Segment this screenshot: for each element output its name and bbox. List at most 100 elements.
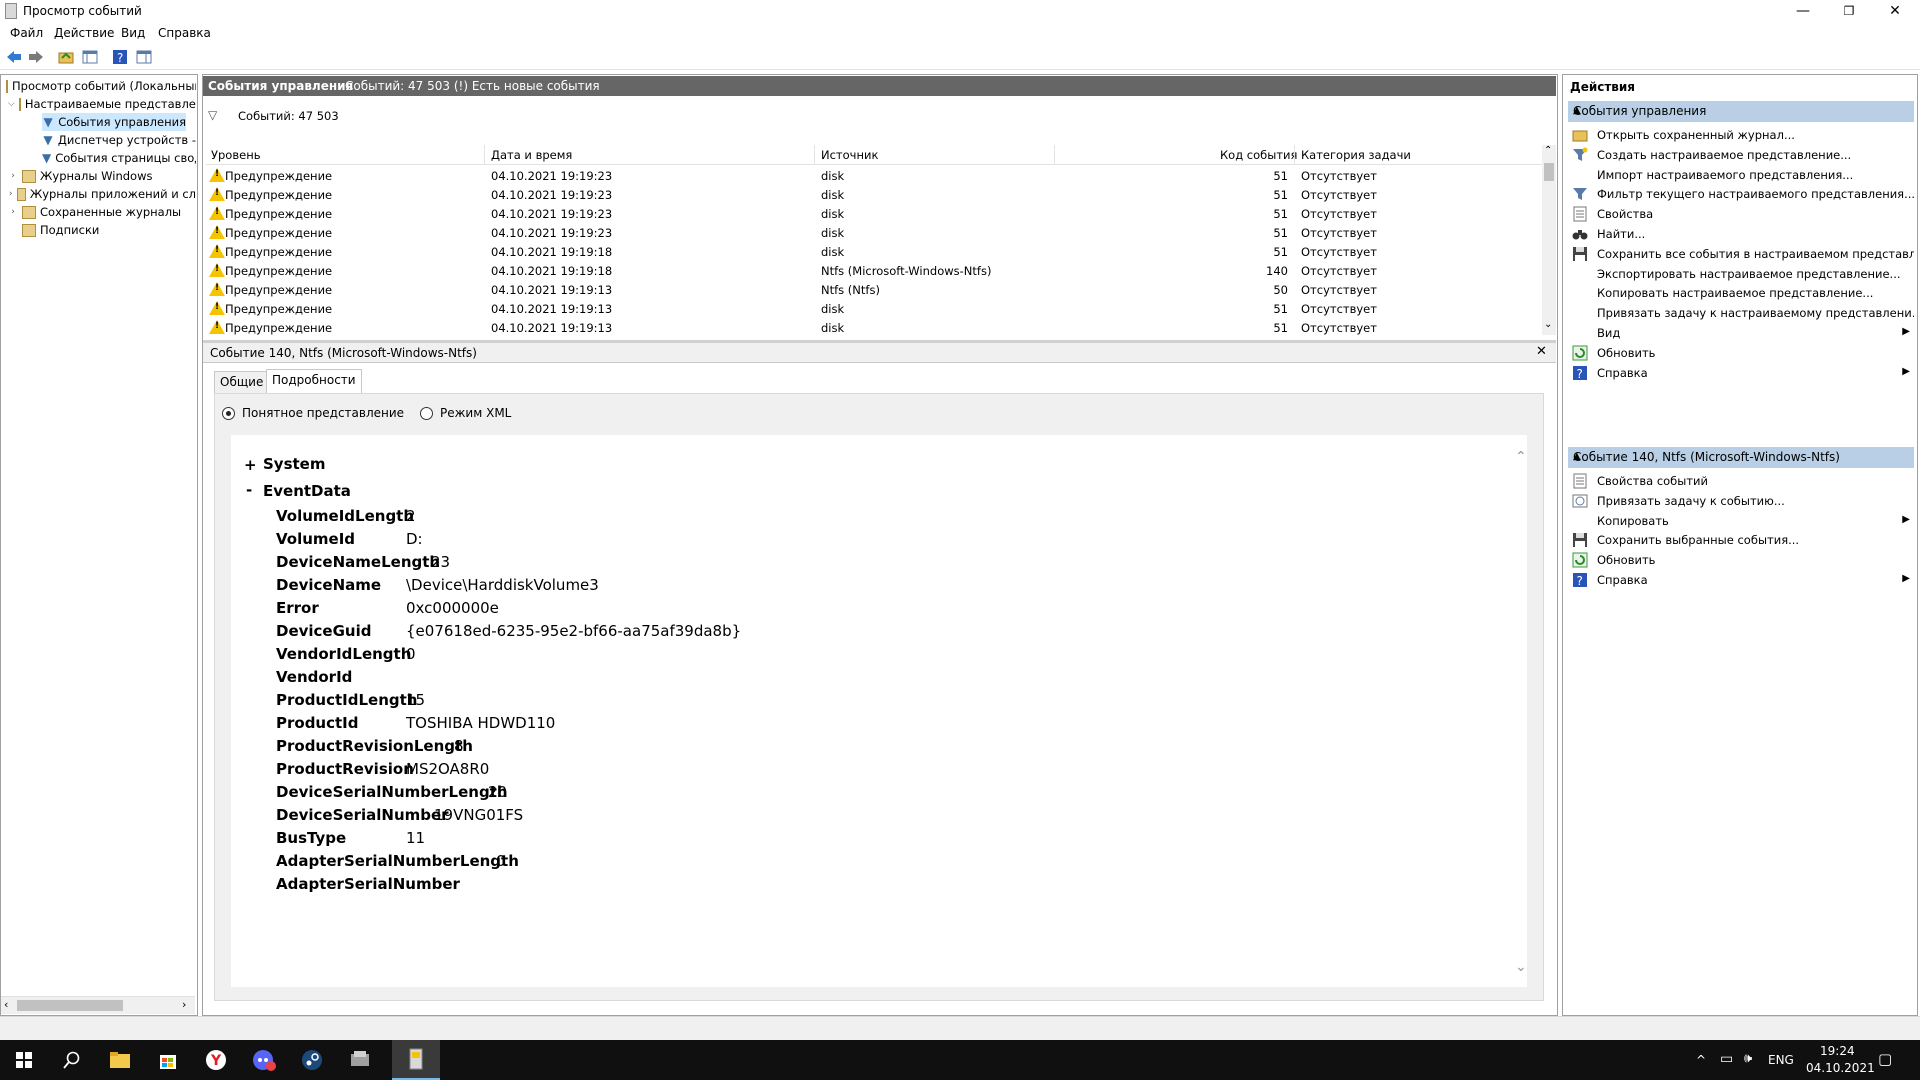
clock-date[interactable]: 04.10.2021 <box>1806 1061 1875 1075</box>
scroll-right-icon[interactable]: › <box>182 998 186 1011</box>
restore-button[interactable]: ❐ <box>1826 0 1872 24</box>
column-event-code[interactable]: Код события <box>1220 148 1297 162</box>
discord-icon[interactable] <box>240 1040 288 1080</box>
minimize-button[interactable]: — <box>1780 0 1826 24</box>
close-detail-icon[interactable]: ✕ <box>1536 344 1547 359</box>
yandex-browser-icon[interactable]: Y <box>192 1040 240 1080</box>
actions-section-admin-events[interactable]: События управления ▲ <box>1568 101 1914 122</box>
scroll-left-icon[interactable]: ‹ <box>4 998 8 1011</box>
store-icon[interactable] <box>144 1040 192 1080</box>
tree-admin-events[interactable]: ▼ События управления <box>42 113 186 131</box>
network-icon[interactable]: ▭ <box>1720 1051 1733 1067</box>
column-source[interactable]: Источник <box>821 148 878 162</box>
app-icon[interactable] <box>336 1040 384 1080</box>
open-folder-icon[interactable] <box>58 49 74 65</box>
table-row[interactable]: ! Предупреждение 04.10.2021 19:19:18 disk 51… <box>206 242 1542 261</box>
events-vertical-scrollbar[interactable]: ⌃ ⌄ <box>1542 145 1556 335</box>
event-viewer-taskbar-icon[interactable] <box>392 1040 440 1080</box>
table-row[interactable]: ! Предупреждение 04.10.2021 19:19:23 disk 51… <box>206 204 1542 223</box>
action-items1-1[interactable]: Создать настраиваемое представление... <box>1568 144 1914 166</box>
friendly-view-label[interactable]: Понятное представление <box>242 406 404 420</box>
action-items1-2[interactable]: Импорт настраиваемого представления... <box>1568 164 1914 186</box>
expanded-chevron-icon[interactable]: ⌵ <box>8 99 15 109</box>
actions-section-event[interactable]: Событие 140, Ntfs (Microsoft-Windows-Ntf… <box>1568 447 1914 468</box>
action-items1-7[interactable]: Экспортировать настраиваемое представлен… <box>1568 263 1914 285</box>
close-button[interactable]: ✕ <box>1872 0 1918 24</box>
collapsed-chevron-icon[interactable]: › <box>8 171 18 181</box>
tab-general[interactable]: Общие <box>214 371 270 393</box>
system-expand-toggle[interactable]: + <box>244 456 257 474</box>
menu-file[interactable]: Файл <box>10 26 43 40</box>
back-icon[interactable] <box>6 49 22 65</box>
xml-view-label[interactable]: Режим XML <box>440 406 511 420</box>
friendly-view-radio[interactable] <box>222 407 235 420</box>
eventdata-collapse-toggle[interactable]: - <box>246 481 252 499</box>
action-items1-11[interactable]: Обновить <box>1568 342 1914 364</box>
column-date[interactable]: Дата и время <box>491 148 572 162</box>
action-pane-icon[interactable] <box>136 49 152 65</box>
table-row[interactable]: ! Предупреждение 04.10.2021 19:19:13 Ntfs (… <box>206 280 1542 299</box>
action-items2-5[interactable]: ? Справка ▶ <box>1568 569 1914 591</box>
field-key: ProductRevision <box>276 760 414 778</box>
action-items2-4[interactable]: Обновить <box>1568 549 1914 571</box>
action-items2-2[interactable]: Копировать ▶ <box>1568 510 1914 532</box>
menu-view[interactable]: Вид <box>121 26 145 40</box>
table-row[interactable]: ! Предупреждение 04.10.2021 19:19:23 disk 51… <box>206 223 1542 242</box>
help-icon[interactable]: ? <box>112 49 128 65</box>
menu-action[interactable]: Действие <box>54 26 114 40</box>
tree-device-manager[interactable]: ▼ Диспетчер устройств - <box>42 131 196 149</box>
tree-saved-logs[interactable]: › Сохраненные журналы <box>8 203 196 221</box>
tree-horizontal-scrollbar[interactable]: ‹ › <box>1 996 195 1014</box>
clock-time[interactable]: 19:24 <box>1820 1044 1855 1058</box>
collapse-chevron-icon[interactable]: ▲ <box>1573 105 1908 116</box>
table-row[interactable]: ! Предупреждение 04.10.2021 19:19:13 disk 51… <box>206 299 1542 318</box>
action-items1-6[interactable]: Сохранить все события в настраиваемом пр… <box>1568 243 1914 265</box>
collapse-chevron-icon[interactable]: ▲ <box>1573 451 1908 462</box>
action-items1-4[interactable]: Свойства <box>1568 203 1914 225</box>
tree-subscriptions[interactable]: Подписки <box>22 221 196 239</box>
action-items1-12[interactable]: ? Справка ▶ <box>1568 362 1914 384</box>
start-button[interactable] <box>0 1040 48 1080</box>
steam-icon[interactable] <box>288 1040 336 1080</box>
scroll-up-icon[interactable]: ⌃ <box>1544 145 1552 156</box>
tree-app-logs[interactable]: › Журналы приложений и сл <box>8 185 196 203</box>
action-items1-8[interactable]: Копировать настраиваемое представление..… <box>1568 282 1914 304</box>
show-hidden-icons-icon[interactable]: ^ <box>1696 1053 1706 1067</box>
table-row[interactable]: ! Предупреждение 04.10.2021 19:19:18 Ntfs (… <box>206 261 1542 280</box>
console-tree-icon[interactable] <box>82 49 98 65</box>
action-items1-9[interactable]: Привязать задачу к настраиваемому предст… <box>1568 302 1914 324</box>
volume-icon[interactable]: 🕪 <box>1744 1051 1752 1066</box>
file-explorer-icon[interactable] <box>96 1040 144 1080</box>
table-row[interactable]: ! Предупреждение 04.10.2021 19:19:23 disk 51… <box>206 166 1542 185</box>
tree-page-events[interactable]: ▼ События страницы свод <box>42 149 196 167</box>
tree-root[interactable]: Просмотр событий (Локальный) <box>6 77 196 95</box>
search-icon[interactable] <box>48 1040 96 1080</box>
action-items1-5[interactable]: Найти... <box>1568 223 1914 245</box>
tree-custom-views[interactable]: ⌵ Настраиваемые представления <box>8 95 196 113</box>
action-items2-3[interactable]: Сохранить выбранные события... <box>1568 529 1914 551</box>
xml-view-radio[interactable] <box>420 407 433 420</box>
action-items1-0[interactable]: Открыть сохраненный журнал... <box>1568 124 1914 146</box>
menu-help[interactable]: Справка <box>158 26 211 40</box>
collapsed-chevron-icon[interactable]: › <box>8 207 18 217</box>
tab-details[interactable]: Подробности <box>266 369 362 393</box>
column-task-category[interactable]: Категория задачи <box>1301 148 1411 162</box>
scroll-up-icon[interactable]: ⌃ <box>1515 449 1527 465</box>
cell-date: 04.10.2021 19:19:23 <box>491 169 613 183</box>
action-items1-10[interactable]: Вид ▶ <box>1568 322 1914 344</box>
scroll-down-icon[interactable]: ⌄ <box>1515 959 1527 975</box>
table-row[interactable]: ! Предупреждение 04.10.2021 19:19:23 disk 51… <box>206 185 1542 204</box>
forward-icon[interactable] <box>28 49 44 65</box>
scroll-thumb[interactable] <box>1544 163 1554 181</box>
action-items2-1[interactable]: Привязать задачу к событию... <box>1568 490 1914 512</box>
column-level[interactable]: Уровень <box>211 148 261 162</box>
input-language[interactable]: ENG <box>1768 1053 1794 1067</box>
table-row[interactable]: ! Предупреждение 04.10.2021 19:19:13 disk 51… <box>206 318 1542 335</box>
tree-windows-logs[interactable]: › Журналы Windows <box>8 167 196 185</box>
scroll-down-icon[interactable]: ⌄ <box>1544 319 1552 330</box>
scroll-thumb[interactable] <box>17 1000 123 1011</box>
action-items2-0[interactable]: Свойства событий <box>1568 470 1914 492</box>
notifications-icon[interactable]: ▢ <box>1878 1050 1892 1068</box>
action-items1-3[interactable]: Фильтр текущего настраиваемого представл… <box>1568 183 1914 205</box>
collapsed-chevron-icon[interactable]: › <box>8 189 13 199</box>
